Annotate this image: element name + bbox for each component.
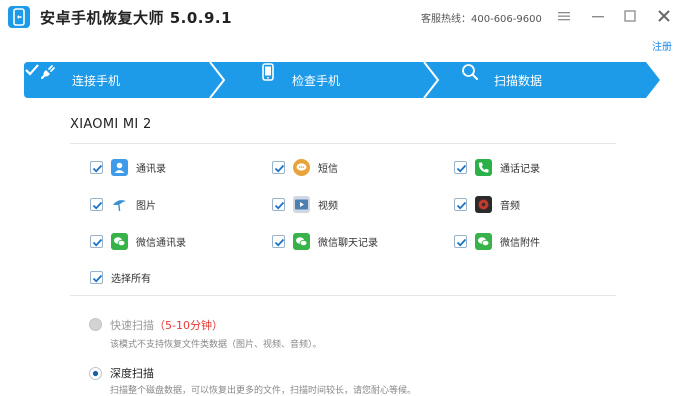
category-label: 通话记录 [500,163,540,175]
wechat-icon [475,232,492,250]
category-label: 通讯录 [136,163,166,175]
category-label: 微信通讯录 [136,237,186,249]
checkbox-video[interactable] [272,197,285,211]
category-audio[interactable]: 音频 [454,195,520,213]
checkmark-icon [92,201,103,209]
deep-scan-title[interactable]: 深度扫描 [110,365,154,381]
category-wechat-contacts[interactable]: 微信通讯录 [90,232,186,250]
close-button[interactable] [654,6,674,26]
audio-icon [475,195,492,213]
step-label-check-phone: 检查手机 [292,73,341,88]
step-scan: 扫描数据 [460,62,542,98]
category-label: 微信附件 [500,237,540,249]
video-icon [293,195,310,213]
category-label: 微信聊天记录 [318,237,378,249]
category-call-log[interactable]: 通话记录 [454,158,540,176]
app-title: 安卓手机恢复大师 5.0.9.1 [40,9,233,27]
checkmark-icon [274,201,285,209]
plug-icon [38,65,60,91]
title-bar: 安卓手机恢复大师 5.0.9.1 客服热线：400-606-9600 [0,0,682,34]
category-label: 图片 [136,200,156,212]
checkmark-icon [456,164,467,172]
quick-scan-description: 该模式不支持恢复文件类数据（图片、视频、音频）。 [110,340,322,350]
maximize-button[interactable] [620,6,640,26]
checkbox-contacts[interactable] [90,160,103,174]
maximize-icon [624,10,636,22]
checkmark-icon [92,238,103,246]
minimize-button[interactable] [588,6,608,26]
quick-scan-duration: （5-10分钟） [154,319,223,332]
step-label-scan: 扫描数据 [494,73,543,88]
checkmark-icon [456,238,467,246]
checkmark-icon [456,201,467,209]
radio-selected-dot [92,370,99,377]
divider [70,295,616,296]
checkbox-audio[interactable] [454,197,467,211]
checkbox-wechat-contacts[interactable] [90,234,103,248]
category-wechat-chat[interactable]: 微信聊天记录 [272,232,378,250]
checkbox-wechat-attachments[interactable] [454,234,467,248]
quick-scan-radio[interactable] [89,318,102,331]
checkbox-picture[interactable] [90,197,103,211]
step-label-connect: 连接手机 [72,73,121,88]
wechat-icon [293,232,310,250]
picture-icon [111,196,128,213]
minimize-icon [592,16,604,18]
menu-button[interactable] [554,6,574,26]
deep-scan-description: 扫描整个磁盘数据，可以恢复出更多的文件，扫描时间较长，请您耐心等候。 [110,386,417,396]
close-icon [658,10,670,22]
wechat-icon [111,232,128,250]
checkmark-icon [274,164,285,172]
checkbox-sms[interactable] [272,160,285,174]
step-check-phone: 检查手机 [258,62,340,98]
deep-scan-radio[interactable] [89,367,102,380]
phone-icon [258,63,280,91]
category-label: 音频 [500,200,520,212]
category-picture[interactable]: 图片 [90,195,156,213]
category-video[interactable]: 视频 [272,195,338,213]
register-link[interactable]: 注册 [652,38,672,53]
hotline-text: 客服热线：400-606-9600 [421,14,542,25]
select-all[interactable]: 选择所有 [90,268,151,286]
menu-icon [558,12,570,21]
contacts-icon [111,158,128,176]
checkbox-wechat-chat[interactable] [272,234,285,248]
checkbox-call-log[interactable] [454,160,467,174]
divider [70,143,616,144]
step-connect: 连接手机 [38,62,120,98]
category-label: 短信 [318,163,338,175]
category-label: 视频 [318,200,338,212]
checkmark-icon [274,238,285,246]
sms-icon [293,158,310,176]
call-log-icon [475,158,492,176]
select-all-label: 选择所有 [111,273,151,285]
category-contacts[interactable]: 通讯录 [90,158,166,176]
checkbox-select-all[interactable] [90,270,103,284]
search-icon [460,64,482,91]
checkmark-icon [92,274,103,282]
device-name: XIAOMI MI 2 [70,117,152,132]
quick-scan-option[interactable]: 快速扫描（5-10分钟） [110,317,223,333]
quick-scan-title: 快速扫描 [110,319,154,332]
app-logo-icon [8,6,30,28]
checkmark-icon [92,164,103,172]
progress-stepper: 连接手机 检查手机 扫描数据 [24,62,660,98]
category-wechat-attachments[interactable]: 微信附件 [454,232,540,250]
category-sms[interactable]: 短信 [272,158,338,176]
